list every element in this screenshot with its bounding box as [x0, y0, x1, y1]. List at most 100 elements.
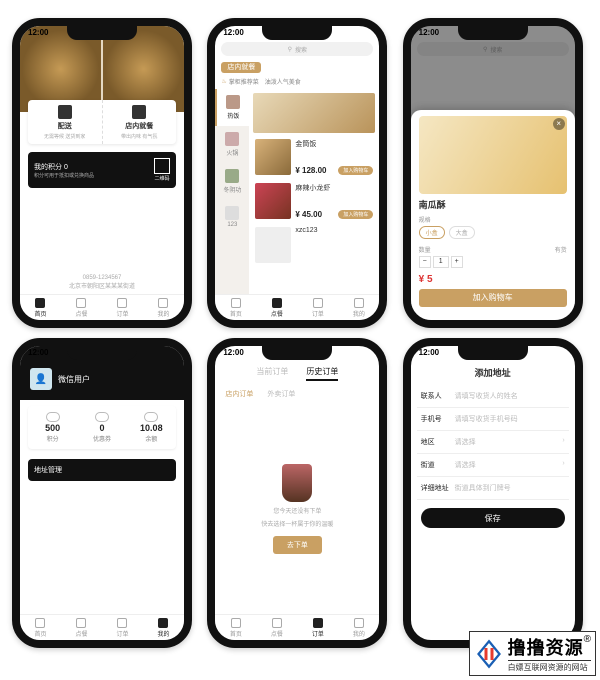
add-cart-button[interactable]: 加入购物车: [338, 210, 373, 219]
subtab-popular[interactable]: 油泼人气美食: [265, 77, 301, 86]
address-manage[interactable]: 地址管理: [28, 459, 176, 481]
qr-label: 二维码: [154, 175, 170, 182]
tab-home[interactable]: 首页: [230, 618, 242, 638]
phone-product-sheet: 12:00 ⚲搜索 首页 点餐 订单 我的 × 南瓜酥 规格 小盒 大盒 数量 …: [403, 18, 583, 328]
store-address: 北京市朝阳区某某某街道: [24, 281, 180, 290]
tab-home[interactable]: 首页: [230, 298, 242, 318]
field-contact[interactable]: 联系人请填写收货人的姓名: [417, 385, 569, 408]
points-sub: 积分可用于抵扣或兑换商品: [34, 172, 94, 179]
save-button[interactable]: 保存: [421, 508, 565, 528]
user-name: 微信用户: [58, 374, 90, 385]
tab-order[interactable]: 点餐: [75, 298, 87, 318]
tickets-icon: [313, 618, 323, 628]
qty-minus[interactable]: −: [419, 256, 431, 268]
food-list: 金筒饭 ¥ 128.00加入购物车 麻辣小龙虾 ¥ 45.00 加入购物车 xzc…: [249, 89, 379, 294]
tab-me[interactable]: 我的: [157, 298, 169, 318]
registered-icon: ®: [584, 634, 591, 645]
product-price: ¥ 5: [419, 274, 567, 285]
tab-tickets[interactable]: 订单: [116, 618, 128, 638]
stat-coupons[interactable]: 0优惠券: [77, 412, 126, 443]
avatar[interactable]: 👤: [30, 368, 52, 390]
tab-home[interactable]: 首页: [34, 298, 46, 318]
cat-2[interactable]: 冬阴功: [215, 163, 249, 200]
tab-history[interactable]: 历史订单: [306, 366, 338, 381]
phone-orders: 12:00 当前订单 历史订单 店内订单 外卖订单 您今天还没有下单 快去选择一…: [207, 338, 387, 648]
store-contact: 0859-1234567 北京市朝阳区某某某街道: [20, 271, 184, 294]
search-input[interactable]: ⚲搜索: [221, 42, 373, 56]
tab-me[interactable]: 我的: [157, 618, 169, 638]
food-name: 麻辣小龙虾: [295, 183, 373, 193]
empty-cup-icon: [282, 464, 312, 502]
qty-plus[interactable]: +: [451, 256, 463, 268]
notch: [458, 346, 528, 360]
status-time: 12:00: [419, 28, 439, 37]
field-street[interactable]: 街道请选择›: [417, 454, 569, 477]
tab-tickets[interactable]: 订单: [312, 618, 324, 638]
watermark-logo-icon: [474, 639, 504, 669]
dinein-sub: 带出内味 有气氛: [121, 133, 157, 140]
stat-points[interactable]: 500积分: [28, 412, 77, 443]
cat-3[interactable]: 123: [215, 200, 249, 234]
hot-icon: ♨: [221, 78, 226, 85]
cat-thumb: [225, 169, 239, 183]
me-icon: [354, 618, 364, 628]
tab-tickets[interactable]: 订单: [312, 298, 324, 318]
status-time: 12:00: [28, 348, 48, 357]
add-cart-button[interactable]: 加入购物车: [338, 166, 373, 175]
food-item[interactable]: xzc123: [249, 223, 379, 267]
delivery-sub: 无需等候 送货到家: [44, 133, 85, 140]
food-item[interactable]: 麻辣小龙虾 ¥ 45.00 加入购物车: [249, 179, 379, 223]
stat-balance[interactable]: 10.08余额: [127, 412, 176, 443]
delivery-option[interactable]: 配送 无需等候 送货到家: [28, 100, 103, 144]
cat-1[interactable]: 火锅: [215, 126, 249, 163]
home-icon: [35, 298, 45, 308]
category-sidebar: 热饭 火锅 冬阴功 123: [215, 89, 249, 294]
close-icon[interactable]: ×: [553, 118, 565, 130]
delivery-icon: [58, 105, 72, 119]
food-price: ¥ 45.00: [295, 210, 322, 219]
subtab-dinein[interactable]: 店内订单: [225, 389, 253, 399]
me-icon: [354, 298, 364, 308]
field-region[interactable]: 地区请选择›: [417, 431, 569, 454]
search-icon: ⚲: [288, 46, 292, 53]
tab-home[interactable]: 首页: [34, 618, 46, 638]
dinein-icon: [132, 105, 146, 119]
spec-option-large[interactable]: 大盒: [449, 226, 475, 239]
field-phone[interactable]: 手机号请填写收货手机号码: [417, 408, 569, 431]
tab-order[interactable]: 点餐: [271, 618, 283, 638]
tabbar: 首页 点餐 订单 我的: [20, 614, 184, 640]
tab-current[interactable]: 当前订单: [256, 366, 288, 381]
phone-menu: 12:00 ⚲搜索 店内就餐 ♨掌柜推荐菜 油泼人气美食 热饭 火锅 冬阴功 1…: [207, 18, 387, 328]
order-icon: [76, 298, 86, 308]
tab-me[interactable]: 我的: [353, 618, 365, 638]
notch: [458, 26, 528, 40]
tab-order[interactable]: 点餐: [271, 298, 283, 318]
tab-order[interactable]: 点餐: [75, 618, 87, 638]
watermark: 撸撸资源® 白嫖互联网资源的网站: [469, 631, 596, 676]
add-to-cart-button[interactable]: 加入购物车: [419, 289, 567, 307]
points-card[interactable]: 我的积分 0 积分可用于抵扣或兑换商品 二维码: [28, 152, 176, 188]
chevron-right-icon: ›: [562, 437, 564, 447]
order-icon: [272, 618, 282, 628]
dinein-tab[interactable]: 店内就餐: [221, 62, 261, 73]
watermark-brand: 撸撸资源: [508, 638, 584, 658]
field-detail[interactable]: 详细地址街道具体到门牌号: [417, 477, 569, 500]
subtab-recommend[interactable]: ♨掌柜推荐菜: [221, 77, 258, 86]
empty-text-1: 您今天还没有下单: [273, 506, 321, 515]
dinein-option[interactable]: 店内就餐 带出内味 有气氛: [103, 100, 177, 144]
tab-me[interactable]: 我的: [353, 298, 365, 318]
go-order-button[interactable]: 去下单: [273, 536, 322, 554]
subtab-delivery[interactable]: 外卖订单: [267, 389, 295, 399]
tab-tickets[interactable]: 订单: [116, 298, 128, 318]
tabbar: 首页 点餐 订单 我的: [20, 294, 184, 320]
home-icon: [35, 618, 45, 628]
food-item[interactable]: 金筒饭 ¥ 128.00加入购物车: [249, 135, 379, 179]
spec-option-small[interactable]: 小盒: [419, 226, 445, 239]
cat-0[interactable]: 热饭: [215, 89, 249, 126]
product-name: 南瓜酥: [419, 198, 567, 211]
product-sheet: × 南瓜酥 规格 小盒 大盒 数量 有货 − 1 + ¥ 5 加入购物车: [411, 110, 575, 320]
tickets-icon: [117, 618, 127, 628]
food-image: [255, 227, 291, 263]
me-icon: [158, 298, 168, 308]
order-icon: [272, 298, 282, 308]
